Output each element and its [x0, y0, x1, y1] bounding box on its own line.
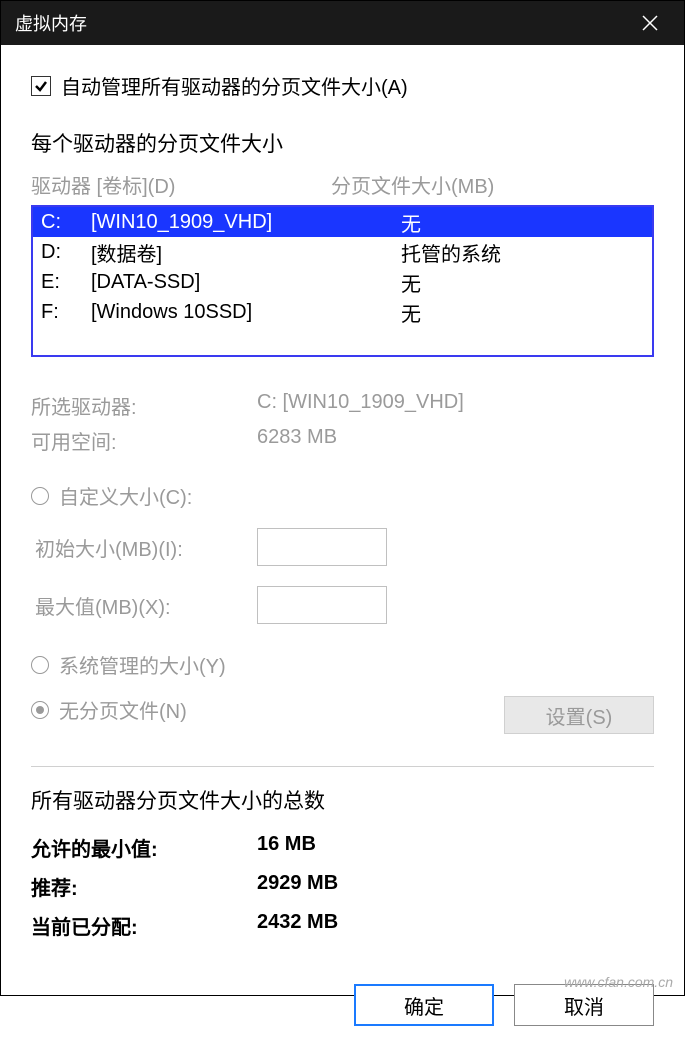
titlebar: 虚拟内存 [1, 1, 684, 45]
totals-title: 所有驱动器分页文件大小的总数 [31, 785, 654, 815]
cur-label: 当前已分配: [31, 911, 257, 940]
drive-list[interactable]: C: [WIN10_1909_VHD] 无 D: [数据卷] 托管的系统 E: … [31, 205, 654, 357]
custom-size-row: 自定义大小(C): [31, 481, 654, 510]
min-label: 允许的最小值: [31, 833, 257, 862]
set-button: 设置(S) [504, 696, 654, 734]
divider [31, 766, 654, 767]
drive-list-headers: 驱动器 [卷标](D) 分页文件大小(MB) [31, 170, 654, 199]
drive-label: [Windows 10SSD] [91, 301, 401, 324]
drive-letter: D: [41, 241, 91, 264]
drive-label: [WIN10_1909_VHD] [91, 211, 401, 234]
cancel-button[interactable]: 取消 [514, 984, 654, 1026]
custom-size-radio [31, 487, 49, 505]
drive-label: [数据卷] [91, 238, 401, 267]
selected-drive-value: C: [WIN10_1909_VHD] [257, 391, 464, 420]
max-size-label: 最大值(MB)(X): [35, 591, 257, 620]
system-managed-row: 系统管理的大小(Y) [31, 650, 654, 679]
close-button[interactable] [630, 1, 670, 45]
auto-manage-checkbox[interactable] [31, 76, 51, 96]
drive-size: 无 [401, 268, 644, 297]
rec-label: 推荐: [31, 872, 257, 901]
header-drive: 驱动器 [卷标](D) [31, 170, 331, 199]
selected-drive-key: 所选驱动器: [31, 391, 257, 420]
auto-manage-label: 自动管理所有驱动器的分页文件大小(A) [61, 71, 408, 100]
dialog-content: 自动管理所有驱动器的分页文件大小(A) 每个驱动器的分页文件大小 驱动器 [卷标… [1, 45, 684, 1046]
max-size-row: 最大值(MB)(X): [31, 586, 654, 624]
ok-button[interactable]: 确定 [354, 984, 494, 1026]
drive-row[interactable]: D: [数据卷] 托管的系统 [33, 237, 652, 267]
system-managed-radio [31, 656, 49, 674]
drive-letter: E: [41, 271, 91, 294]
cur-value: 2432 MB [257, 911, 338, 940]
initial-size-input [257, 528, 387, 566]
min-value: 16 MB [257, 833, 316, 862]
drive-letter: F: [41, 301, 91, 324]
drive-size: 托管的系统 [401, 238, 644, 267]
auto-manage-row[interactable]: 自动管理所有驱动器的分页文件大小(A) [31, 71, 654, 100]
initial-size-label: 初始大小(MB)(I): [35, 533, 257, 562]
drive-size: 无 [401, 298, 644, 327]
drive-size: 无 [401, 208, 644, 237]
drive-row[interactable]: E: [DATA-SSD] 无 [33, 267, 652, 297]
dialog-buttons: 确定 取消 [31, 984, 654, 1026]
selected-drive-info: 所选驱动器: C: [WIN10_1909_VHD] 可用空间: 6283 MB [31, 391, 654, 461]
drive-row[interactable]: C: [WIN10_1909_VHD] 无 [33, 207, 652, 237]
initial-size-row: 初始大小(MB)(I): [31, 528, 654, 566]
window-title: 虚拟内存 [15, 10, 87, 36]
system-managed-label: 系统管理的大小(Y) [59, 650, 226, 679]
rec-value: 2929 MB [257, 872, 338, 901]
drive-letter: C: [41, 211, 91, 234]
watermark: www.cfan.com.cn [564, 974, 673, 990]
free-space-value: 6283 MB [257, 426, 337, 455]
close-icon [642, 15, 658, 31]
drive-row[interactable]: F: [Windows 10SSD] 无 [33, 297, 652, 327]
header-size: 分页文件大小(MB) [331, 170, 494, 199]
checkmark-icon [34, 79, 48, 93]
drive-label: [DATA-SSD] [91, 271, 401, 294]
free-space-key: 可用空间: [31, 426, 257, 455]
virtual-memory-dialog: 虚拟内存 自动管理所有驱动器的分页文件大小(A) 每个驱动器的分页文件大小 驱动… [0, 0, 685, 996]
custom-size-label: 自定义大小(C): [59, 481, 192, 510]
each-drive-title: 每个驱动器的分页文件大小 [31, 128, 654, 158]
max-size-input [257, 586, 387, 624]
